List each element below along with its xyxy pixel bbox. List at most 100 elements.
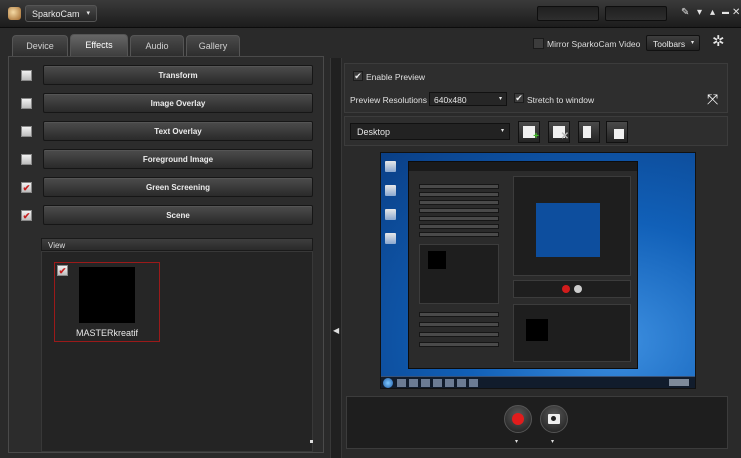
image-overlay-button[interactable]: Image Overlay [43,93,313,113]
effect-row-image-overlay: Image Overlay [9,93,325,115]
close-icon[interactable]: ✕ [732,7,740,19]
effect-row-scene: ✔ Scene [9,205,325,227]
remove-source-button[interactable]: ✕ [548,121,570,143]
add-source-button[interactable]: + [518,121,540,143]
panel-divider[interactable]: ◀ [330,58,342,458]
title-bar: SparkoCam ▾ ✎ ▾ ▴ ▬ ✕ [0,0,741,28]
taskbar-app-icon [445,379,454,387]
record-button[interactable] [504,405,532,433]
tab-device[interactable]: Device [12,35,68,56]
app-logo-icon [8,7,21,20]
fit-left-icon [583,126,591,138]
mirror-video-checkbox[interactable] [533,38,544,49]
scene-label: MASTERkreatif [75,328,138,338]
preview-effect-row [419,312,499,317]
preview-scene-thumb [428,251,446,269]
title-bar-slot [605,6,667,21]
preview-scene-thumb [526,319,548,341]
taskbar-app-icon [433,379,442,387]
tab-label: Gallery [198,41,228,51]
left-panel: Device Effects Audio Gallery Transform I… [8,32,324,453]
plus-icon: + [533,131,539,142]
preview-record-bar [513,280,631,298]
collapse-arrow-icon[interactable]: ◀ [333,326,339,335]
collapse-icon[interactable]: ▴ [710,7,715,19]
preview-nested-preview [513,176,631,276]
scene-button[interactable]: Scene [43,205,313,225]
record-icon [512,413,524,425]
minimize-icon[interactable]: ▬ [722,7,729,19]
record-options-icon[interactable]: ▾ [515,438,518,445]
camera-icon [548,414,560,424]
toolbars-label: Toolbars [653,39,686,49]
taskbar-clock [669,379,689,386]
options-dropdown-icon[interactable]: ▾ [697,7,702,19]
source-select[interactable]: Desktop ▾ [350,123,510,140]
chevron-down-icon: ▾ [86,10,90,17]
preview-camera-dot [574,285,582,293]
preview-area [344,146,728,391]
preview-effect-row [419,322,499,327]
green-screening-checkbox[interactable]: ✔ [21,182,32,193]
resize-handle[interactable] [310,440,313,443]
preview-resolution-select[interactable]: 640x480 ▾ [429,92,507,106]
text-overlay-button[interactable]: Text Overlay [43,121,313,141]
snapshot-button[interactable] [540,405,568,433]
fit-corner-icon [614,129,624,139]
scene-checkbox[interactable]: ✔ [21,210,32,221]
tab-label: Device [26,41,54,51]
preview-record-dot [562,285,570,293]
preview-effect-row [419,224,499,229]
foreground-image-checkbox[interactable] [21,154,32,165]
mirror-video-label: Mirror SparkoCam Video [547,39,641,49]
effect-row-text-overlay: Text Overlay [9,121,325,143]
preview-effect-row [419,332,499,337]
record-bar: ▾ ▾ [346,396,728,449]
image-overlay-checkbox[interactable] [21,98,32,109]
preview-effect-row [419,342,499,347]
source-bar: Desktop ▾ + ✕ [344,116,728,146]
fullscreen-icon[interactable]: ⤧ [707,92,718,106]
tab-audio[interactable]: Audio [130,35,184,56]
green-screening-button[interactable]: Green Screening [43,177,313,197]
text-overlay-checkbox[interactable] [21,126,32,137]
fit-left-button[interactable] [578,121,600,143]
effects-list: Transform Image Overlay Text Overlay For… [8,56,324,453]
tab-effects[interactable]: Effects [70,34,128,56]
tools-icon[interactable]: ✎ [681,7,689,19]
snapshot-options-icon[interactable]: ▾ [551,438,554,445]
desktop-icon [385,185,396,196]
chevron-down-icon: ▾ [498,96,502,102]
preview-view-box [419,244,499,304]
effect-row-transform: Transform [9,65,325,87]
desktop-icon [385,233,396,244]
tab-label: Audio [145,41,169,51]
source-value: Desktop [357,127,391,137]
preview-effect-row [419,208,499,213]
remove-icon: ✕ [560,131,569,142]
scene-view: ✔ MASTERkreatif [41,251,313,452]
desktop-icon [385,209,396,220]
scene-card-checkbox[interactable]: ✔ [57,265,68,276]
view-section: View ✔ MASTERkreatif [41,238,313,452]
enable-preview-checkbox[interactable]: ✔ [353,71,363,81]
app-menu-button[interactable]: SparkoCam ▾ [25,5,97,22]
foreground-image-button[interactable]: Foreground Image [43,149,313,169]
transform-button[interactable]: Transform [43,65,313,85]
taskbar-app-icon [409,379,418,387]
scene-card[interactable]: ✔ MASTERkreatif [54,262,160,342]
preview-effect-row [419,184,499,189]
preview-app-window [408,161,638,369]
gear-icon[interactable]: ✲ [712,34,725,50]
effect-row-green-screening: ✔ Green Screening [9,177,325,199]
transform-checkbox[interactable] [21,70,32,81]
resolution-value: 640x480 [434,95,467,105]
chevron-down-icon: ▾ [500,128,504,134]
toolbars-dropdown[interactable]: Toolbars ▾ [646,35,700,51]
tab-gallery[interactable]: Gallery [186,35,240,56]
fit-corner-button[interactable] [606,121,628,143]
app-menu-label: SparkoCam [32,9,80,19]
chevron-down-icon: ▾ [690,40,694,46]
stretch-to-window-checkbox[interactable]: ✔ [514,93,524,103]
taskbar-app-icon [469,379,478,387]
